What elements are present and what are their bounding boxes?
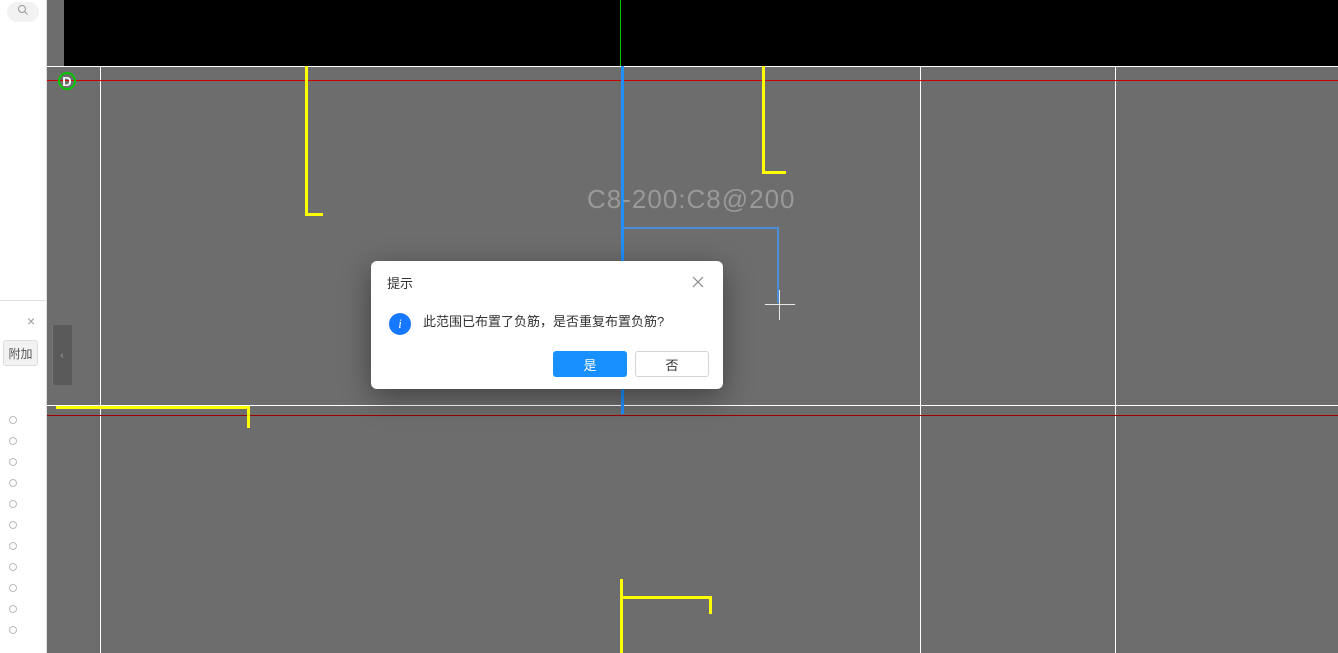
confirm-dialog: 提示 i 此范围已布置了负筋，是否重复布置负筋? 是 否: [371, 261, 723, 389]
rebar-line: [620, 579, 623, 653]
sidebar-dot[interactable]: [9, 437, 17, 445]
rebar-line: [247, 406, 250, 428]
sidebar-dot[interactable]: [9, 458, 17, 466]
left-sidebar: × 附加: [0, 0, 47, 653]
rebar-line: [620, 596, 712, 599]
selection-line: [623, 227, 779, 229]
axis-line-vertical: [620, 0, 621, 66]
crosshair-cursor: [765, 290, 795, 320]
sidebar-dot-list: [9, 416, 17, 647]
dialog-header: 提示: [371, 261, 723, 300]
search-icon: [17, 3, 29, 21]
rebar-line: [709, 596, 712, 614]
sidebar-divider: [0, 300, 47, 301]
axis-line: [47, 415, 1338, 416]
sidebar-dot[interactable]: [9, 584, 17, 592]
selection-line: [777, 227, 779, 303]
dialog-close-button[interactable]: [689, 274, 707, 292]
grid-line: [920, 66, 921, 653]
axis-line: [47, 80, 1338, 81]
sidebar-dot[interactable]: [9, 542, 17, 550]
cancel-button[interactable]: 否: [635, 351, 709, 377]
sidebar-dot[interactable]: [9, 626, 17, 634]
close-panel-button[interactable]: ×: [27, 313, 35, 329]
nav-collapse-handle[interactable]: ‹: [52, 325, 72, 385]
rebar-line: [56, 406, 250, 409]
dialog-message: 此范围已布置了负筋，是否重复布置负筋?: [423, 312, 664, 332]
rebar-spec-label: C8-200:C8@200: [587, 184, 796, 215]
search-button[interactable]: [7, 2, 39, 22]
info-icon: i: [389, 313, 411, 335]
grid-line: [100, 66, 101, 653]
confirm-button[interactable]: 是: [553, 351, 627, 377]
rebar-line: [762, 66, 765, 174]
grid-line: [47, 66, 1338, 67]
dialog-title: 提示: [387, 273, 413, 292]
close-icon: [692, 275, 704, 291]
sidebar-dot[interactable]: [9, 416, 17, 424]
sidebar-dot[interactable]: [9, 479, 17, 487]
grid-line: [1115, 66, 1116, 653]
rebar-line: [305, 66, 308, 216]
sidebar-dot[interactable]: [9, 521, 17, 529]
sidebar-dot[interactable]: [9, 605, 17, 613]
dialog-footer: 是 否: [371, 351, 723, 389]
sidebar-tab-attach[interactable]: 附加: [3, 340, 38, 366]
sidebar-dot[interactable]: [9, 563, 17, 571]
canvas-top-void: [64, 0, 1338, 66]
rebar-line: [305, 213, 323, 216]
rebar-line: [762, 171, 786, 174]
sidebar-dot[interactable]: [9, 500, 17, 508]
dialog-body: i 此范围已布置了负筋，是否重复布置负筋?: [371, 300, 723, 351]
grid-marker-d: D: [58, 72, 76, 90]
